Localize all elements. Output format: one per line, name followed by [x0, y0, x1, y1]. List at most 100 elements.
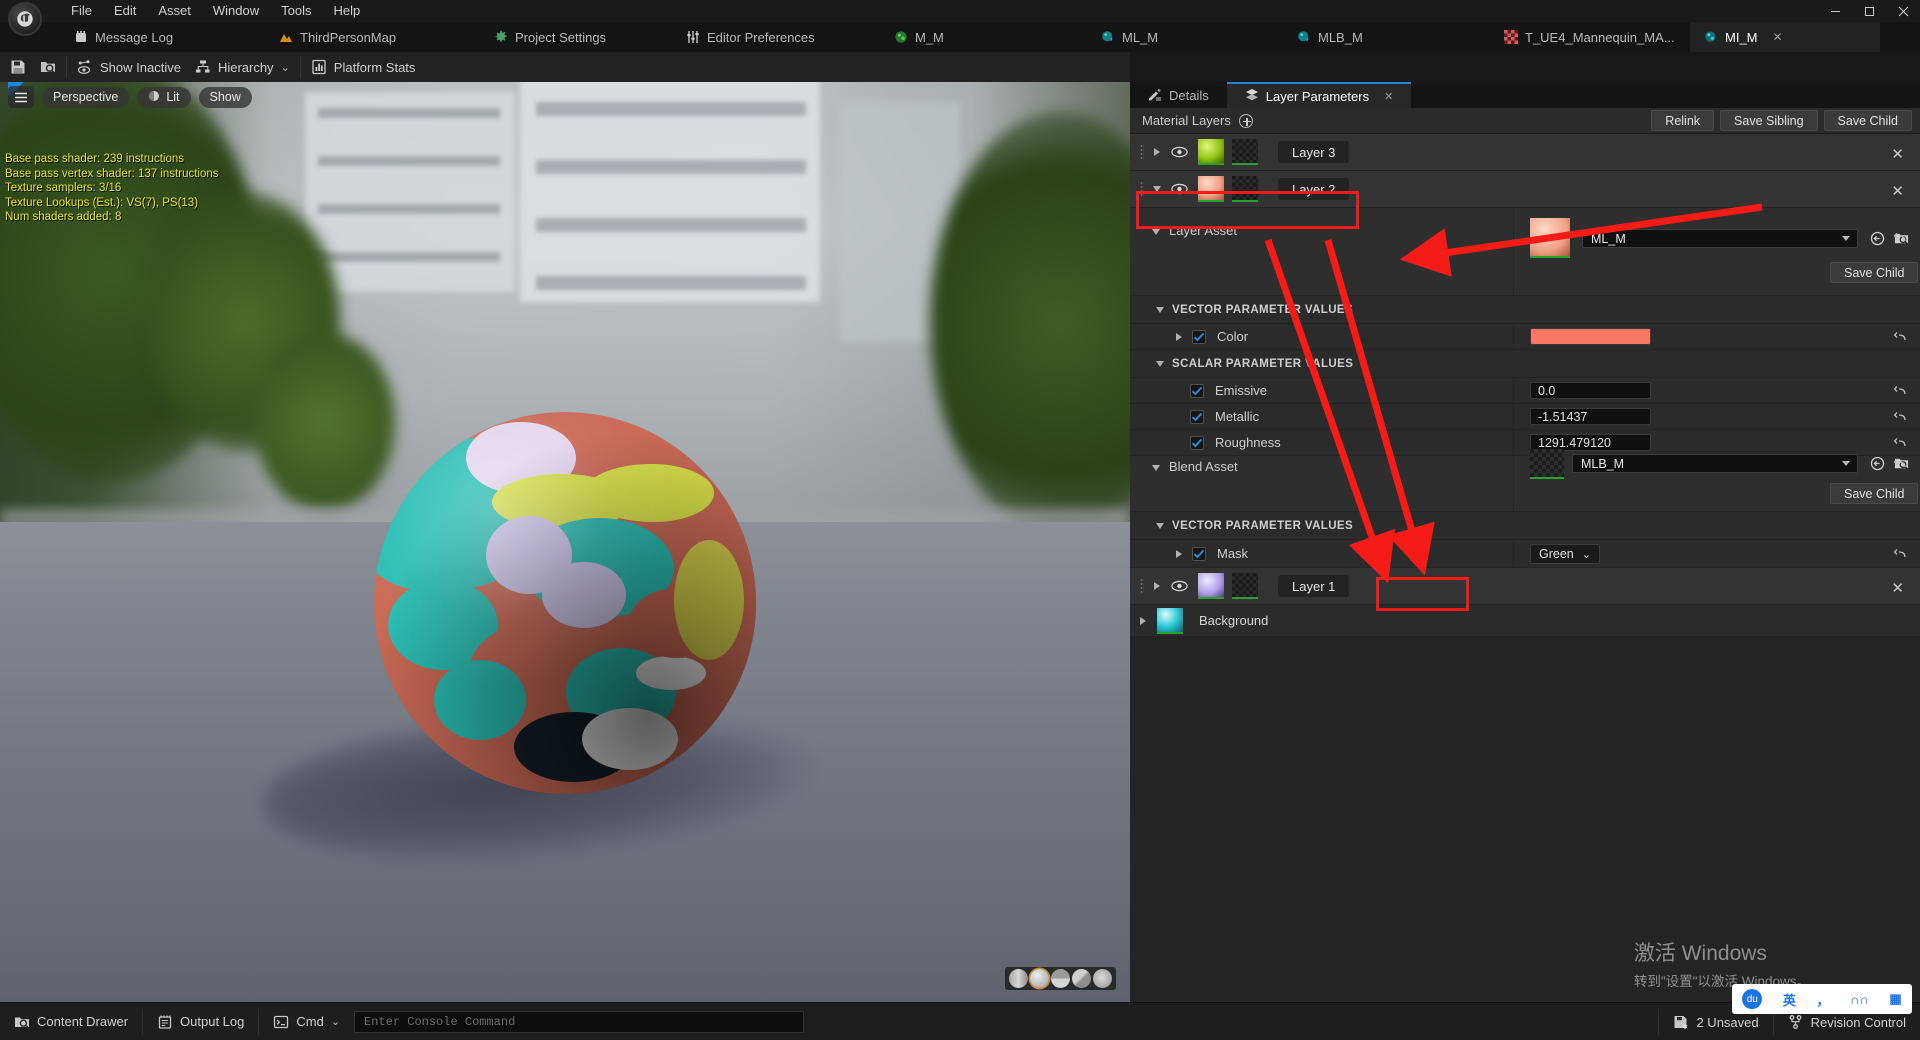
- reset-to-default-icon[interactable]: [1893, 435, 1908, 450]
- preview-plane-button[interactable]: [1051, 969, 1070, 988]
- layer-asset-dropdown[interactable]: ML_M: [1582, 229, 1858, 248]
- tab-thirdpersonmap[interactable]: ThirdPersonMap: [265, 22, 410, 52]
- layer-thumbnail[interactable]: [1198, 573, 1224, 599]
- mask-value-field[interactable]: Green ⌄: [1530, 544, 1600, 564]
- blend-asset-dropdown[interactable]: MLB_M: [1572, 454, 1858, 473]
- ime-mode-button[interactable]: 英: [1783, 990, 1796, 1009]
- metallic-value-field[interactable]: -1.51437: [1530, 408, 1651, 425]
- tab-mlb-m[interactable]: MLB_M: [1283, 22, 1377, 52]
- param-row-color[interactable]: Color: [1130, 324, 1920, 350]
- roughness-checkbox[interactable]: [1190, 435, 1204, 450]
- metallic-value[interactable]: -1.51437: [1530, 408, 1651, 425]
- vector-parameter-values-section[interactable]: VECTOR PARAMETER VALUES: [1130, 296, 1920, 324]
- reset-to-default-icon[interactable]: [1893, 456, 1908, 471]
- param-row-roughness[interactable]: Roughness 1291.479120: [1130, 430, 1920, 456]
- background-thumbnail[interactable]: [1157, 607, 1183, 634]
- visibility-eye-icon[interactable]: [1171, 183, 1188, 195]
- layer-row-2[interactable]: Layer 2 ✕: [1130, 171, 1920, 208]
- use-selected-asset-icon[interactable]: [1870, 231, 1885, 249]
- chevron-down-icon[interactable]: [1156, 360, 1164, 367]
- show-inactive-button[interactable]: Show Inactive: [77, 59, 181, 75]
- layer-row-3[interactable]: Layer 3 ✕: [1130, 134, 1920, 171]
- viewport-menu-button[interactable]: [8, 86, 34, 108]
- menu-file[interactable]: File: [60, 0, 103, 22]
- visibility-eye-icon[interactable]: [1171, 146, 1188, 158]
- reset-to-default-icon[interactable]: [1893, 383, 1908, 398]
- preview-cube-button[interactable]: [1072, 969, 1091, 988]
- tab-editor-preferences[interactable]: Editor Preferences: [672, 22, 829, 52]
- color-param-checkbox[interactable]: [1192, 329, 1206, 344]
- chevron-right-icon[interactable]: [1176, 549, 1182, 558]
- viewport-view-mode[interactable]: Lit: [137, 86, 191, 108]
- chevron-down-icon[interactable]: [1156, 522, 1164, 529]
- plus-circle-icon[interactable]: [1238, 113, 1253, 128]
- viewport-camera-mode[interactable]: Perspective: [42, 86, 130, 108]
- reset-to-default-icon[interactable]: [1893, 546, 1908, 561]
- tab-message-log[interactable]: Message Log: [60, 22, 187, 52]
- menu-tools[interactable]: Tools: [270, 0, 322, 22]
- material-preview-viewport[interactable]: Base pass shader: 239 instructions Base …: [0, 82, 1130, 1002]
- emissive-checkbox[interactable]: [1190, 383, 1204, 398]
- layer-asset-save-child-button[interactable]: Save Child: [1830, 262, 1919, 283]
- metallic-checkbox[interactable]: [1190, 409, 1204, 424]
- chevron-right-icon[interactable]: [1140, 616, 1146, 625]
- cmd-button[interactable]: Cmd ⌄: [259, 1003, 354, 1040]
- layer-blend-thumbnail[interactable]: [1232, 176, 1258, 202]
- param-row-metallic[interactable]: Metallic -1.51437: [1130, 404, 1920, 430]
- layer-name[interactable]: Layer 2: [1278, 178, 1350, 200]
- drag-handle-icon[interactable]: [1140, 144, 1144, 160]
- tab-t-ue4-mannequin[interactable]: T_UE4_Mannequin_MA...: [1490, 22, 1689, 52]
- output-log-button[interactable]: Output Log: [143, 1003, 258, 1040]
- scalar-parameter-values-section[interactable]: SCALAR PARAMETER VALUES: [1130, 350, 1920, 378]
- blend-asset-thumbnail[interactable]: [1530, 449, 1564, 479]
- layer-name[interactable]: Layer 1: [1278, 575, 1350, 597]
- browse-to-asset-icon[interactable]: [40, 59, 56, 75]
- visibility-eye-icon[interactable]: [1171, 580, 1188, 592]
- preview-sphere-button[interactable]: [1030, 969, 1049, 988]
- chevron-right-icon[interactable]: [1154, 582, 1160, 590]
- layer-remove-icon[interactable]: ✕: [1891, 579, 1904, 597]
- ime-logo-icon[interactable]: du: [1742, 989, 1763, 1009]
- mask-dropdown[interactable]: Green ⌄: [1530, 544, 1600, 564]
- save-child-button[interactable]: Save Child: [1823, 110, 1912, 131]
- menu-edit[interactable]: Edit: [103, 0, 147, 22]
- use-selected-asset-icon[interactable]: [1870, 456, 1885, 474]
- panel-tab-close-icon[interactable]: ✕: [1384, 90, 1393, 103]
- chevron-down-icon[interactable]: [1152, 465, 1160, 471]
- platform-stats-button[interactable]: Platform Stats: [311, 59, 415, 75]
- drag-handle-icon[interactable]: [1140, 578, 1144, 594]
- chevron-right-icon[interactable]: [1154, 148, 1160, 156]
- layer-thumbnail[interactable]: [1198, 176, 1224, 202]
- background-row[interactable]: Background: [1130, 605, 1920, 637]
- chevron-down-icon[interactable]: [1153, 186, 1161, 192]
- menu-asset[interactable]: Asset: [147, 0, 202, 22]
- emissive-value[interactable]: 0.0: [1530, 382, 1651, 399]
- reset-to-default-icon[interactable]: [1893, 329, 1908, 344]
- layer-remove-icon[interactable]: ✕: [1891, 182, 1904, 200]
- hierarchy-button[interactable]: Hierarchy ⌄: [195, 59, 290, 75]
- tab-details[interactable]: Details: [1130, 82, 1227, 108]
- color-swatch[interactable]: [1530, 328, 1651, 345]
- minimize-button[interactable]: [1818, 0, 1852, 22]
- console-command-input[interactable]: Enter Console Command: [354, 1010, 805, 1033]
- layer-name[interactable]: Layer 3: [1278, 141, 1350, 163]
- close-button[interactable]: [1886, 0, 1920, 22]
- save-sibling-button[interactable]: Save Sibling: [1720, 110, 1818, 131]
- tab-project-settings[interactable]: Project Settings: [480, 22, 620, 52]
- mask-checkbox[interactable]: [1192, 546, 1206, 561]
- menu-help[interactable]: Help: [322, 0, 371, 22]
- ime-keyboard-icon[interactable]: ▦: [1889, 991, 1901, 1007]
- tab-layer-parameters[interactable]: Layer Parameters ✕: [1226, 82, 1412, 108]
- layer-asset-thumbnail[interactable]: [1530, 218, 1570, 258]
- tab-ml-m[interactable]: ML_M: [1087, 22, 1172, 52]
- layer-thumbnail[interactable]: [1198, 139, 1224, 165]
- layer-remove-icon[interactable]: ✕: [1891, 145, 1904, 163]
- emissive-value-field[interactable]: 0.0: [1530, 382, 1651, 399]
- drag-handle-icon[interactable]: [1140, 181, 1144, 197]
- blend-vector-parameter-values-section[interactable]: VECTOR PARAMETER VALUES: [1130, 512, 1920, 540]
- maximize-button[interactable]: [1852, 0, 1886, 22]
- tab-m-m[interactable]: M_M: [880, 22, 958, 52]
- preview-sphere[interactable]: [374, 412, 756, 794]
- chevron-right-icon[interactable]: [1176, 332, 1182, 341]
- tab-mi-m[interactable]: MI_M ✕: [1690, 22, 1880, 52]
